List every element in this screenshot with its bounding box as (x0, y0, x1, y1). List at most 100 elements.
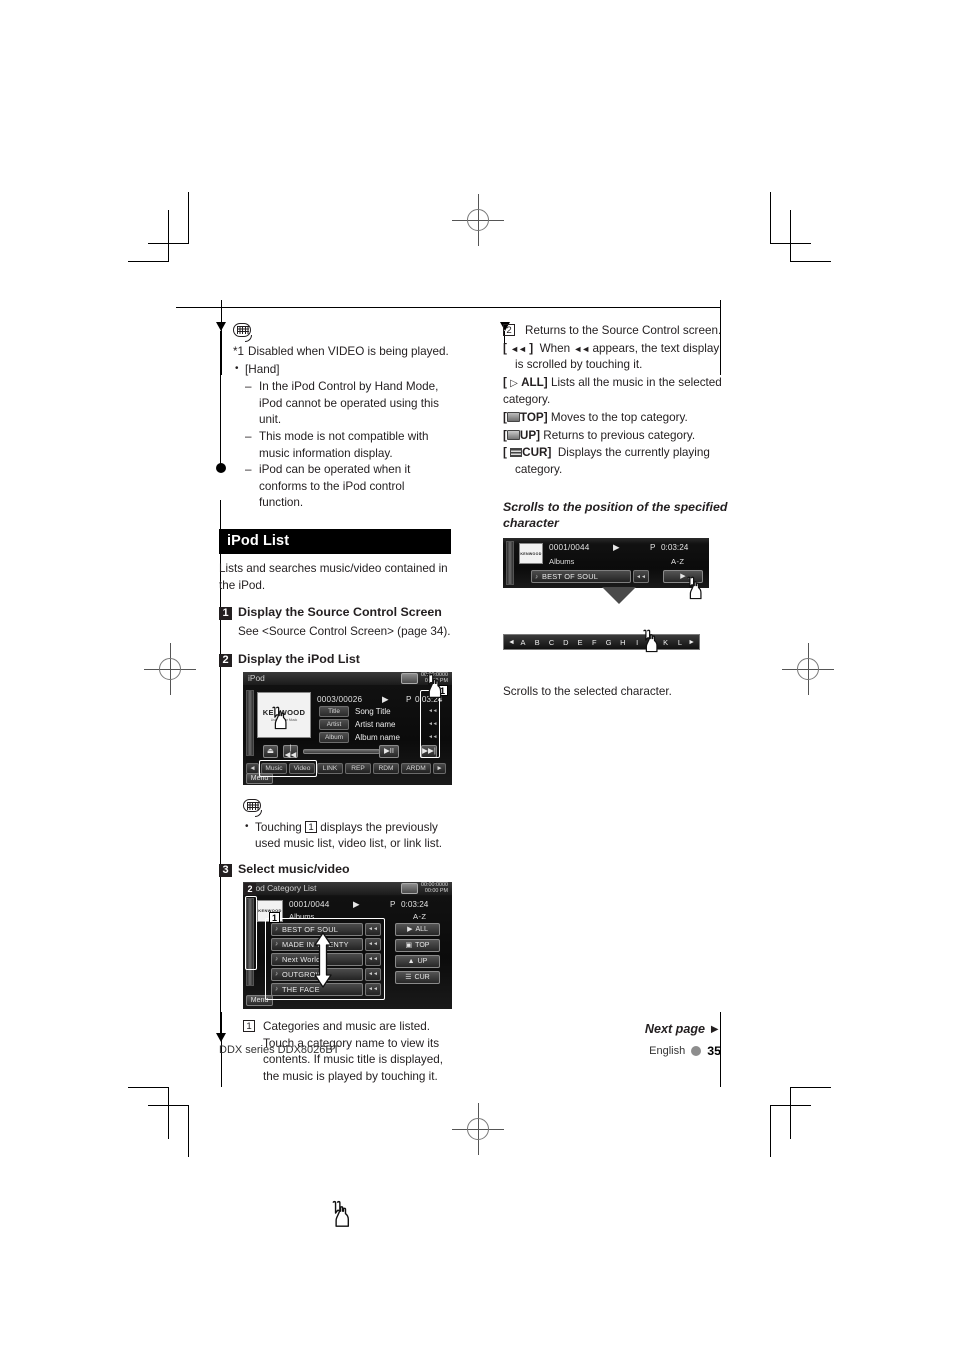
lcd-track-number: 0001/0044 (289, 899, 330, 909)
lcd-top-button[interactable]: ▣ TOP (395, 938, 440, 952)
lcd-az-button[interactable]: A-Z (671, 557, 684, 566)
registration-mark-bottom (452, 1103, 504, 1155)
lcd-screen-title: iPod Category List (248, 882, 317, 893)
lcd-progress-bar[interactable] (303, 748, 380, 754)
alpha-key-b[interactable]: B (530, 638, 544, 647)
lcd-attenuator-icon (401, 672, 418, 684)
footer-page-info: English 35 (649, 1044, 721, 1058)
alpha-key-e[interactable]: E (573, 638, 587, 647)
row-scroll-icon[interactable]: ◄◄ (633, 570, 649, 584)
lcd-all-button[interactable]: ▶ ALL (395, 922, 440, 936)
play-triangle-icon: ▷ (510, 377, 518, 389)
key-desc-top: [TOP] Moves to the top category. (503, 410, 688, 424)
lcd-function-button-rep[interactable]: REP (345, 762, 371, 774)
step-title: Select music/video (238, 861, 350, 876)
key-desc-text: Returns to the Source Control screen. (525, 324, 722, 337)
hand-pointer-icon (679, 575, 705, 601)
lcd-function-button-ardm[interactable]: ARDM (401, 762, 431, 774)
inline-tag-1: 1 (243, 1019, 255, 1032)
lcd-row-value-album: Album name (355, 732, 400, 742)
step-3: 3 Select music/video (219, 862, 451, 877)
footer-model: DDX series DDX8026BT (219, 1044, 340, 1056)
hand-pointer-icon (323, 1199, 353, 1229)
flow-down-arrow-icon (602, 587, 636, 604)
list-item: iPod can be operated when it conforms to… (245, 462, 451, 512)
lcd-function-button-rdm[interactable]: RDM (373, 762, 399, 774)
key-label-up: UP] (519, 428, 541, 442)
step-number: 3 (219, 863, 232, 877)
lcd-function-button-link[interactable]: LINK (317, 762, 343, 774)
callout-return-area (245, 895, 257, 970)
footer-page-number: 35 (707, 1044, 721, 1058)
up-folder-icon (506, 429, 520, 440)
alpha-key-h[interactable]: H (616, 638, 630, 647)
step-title: Display the iPod List (238, 651, 360, 666)
list-item: [Hand] In the iPod Control by Hand Mode,… (233, 361, 451, 512)
lcd-function-button-next[interactable]: ► (433, 762, 446, 774)
current-list-icon (510, 448, 523, 458)
lcd-play-pause-button[interactable]: ▶II (379, 744, 399, 758)
section-lead-text: Lists and searches music/video contained… (219, 561, 448, 592)
lcd-time-prefix: P (406, 694, 412, 704)
key-label-cur: CUR] (522, 446, 552, 460)
lcd-previous-button[interactable]: |◀◀ (283, 743, 298, 759)
note-mid-list: Touching 1 displays the previously used … (243, 819, 451, 853)
step-number: 1 (219, 607, 232, 621)
alpha-next-button[interactable]: ► (687, 639, 696, 646)
lcd-left-strip (506, 541, 514, 586)
registration-mark-top (452, 194, 504, 246)
scroll-updown-arrow-icon (313, 932, 333, 988)
tag-2-on-category-list: 2 (244, 882, 256, 895)
note-bubble-icon (243, 798, 265, 818)
lcd-row-value-artist: Artist name (355, 719, 396, 729)
alpha-key-l[interactable]: L (673, 638, 687, 647)
lcd-clock: 00:00:0000 00:00 PM (421, 882, 448, 894)
lcd-album-art: KENWOOD (519, 543, 543, 565)
step-2: 2 Display the iPod List (219, 652, 451, 667)
lcd-row-label-artist[interactable]: Artist (319, 718, 349, 730)
key-desc-text-cont: appears, the text display (589, 341, 720, 355)
list-item[interactable]: BEST OF SOUL (531, 570, 631, 584)
lcd-az-button[interactable]: A-Z (413, 912, 426, 921)
key-desc-scroll: [ ◄◄ ] When ◄◄ appears, the text display… (503, 341, 735, 374)
note-block-top: *1 Disabled when VIDEO is being played. … (219, 323, 451, 512)
section-header-ipod-list: iPod List (219, 528, 451, 554)
inline-tag-2: 2 (503, 324, 515, 336)
lcd-category-label: Albums (549, 557, 575, 567)
az-caption: Scrolls to the selected character. (503, 685, 672, 699)
screenshot-ipod-category-list: iPod Category List 00:00:0000 00:00 PM K… (243, 881, 452, 1009)
list-item: Touching 1 displays the previously used … (243, 819, 451, 853)
hand-mode-label: [Hand] (245, 362, 280, 376)
alpha-key-g[interactable]: G (602, 638, 616, 647)
alpha-key-c[interactable]: C (544, 638, 558, 647)
lcd-track-number: 0001/0044 (549, 543, 590, 553)
subsection-title-scroll-character: Scrolls to the position of the specified… (503, 500, 728, 530)
key-desc-return: 2 Returns to the Source Control screen. (503, 323, 735, 340)
top-folder-icon (506, 411, 520, 422)
right-column: 2 Returns to the Source Control screen. … (503, 323, 735, 701)
lcd-up-button[interactable]: ▲ UP (395, 954, 440, 968)
footer-dot-icon (691, 1046, 702, 1056)
tag-1-on-category-list: 1 (269, 911, 280, 923)
lcd-time: 0:03:24 (661, 543, 689, 553)
alpha-key-a[interactable]: A (516, 638, 530, 647)
key-desc-text: When (536, 341, 574, 355)
alpha-prev-button[interactable]: ◄ (507, 639, 516, 646)
lcd-row-label-title[interactable]: Title (319, 705, 349, 717)
footnote-text: Disabled when VIDEO is being played. (248, 345, 449, 358)
lcd-eject-button[interactable]: ⏏ (263, 744, 278, 758)
lcd-cur-button[interactable]: ☰ CUR (395, 970, 440, 984)
key-desc-up: [UP] Returns to previous category. (503, 428, 696, 442)
lcd-attenuator-icon (401, 882, 418, 894)
alpha-key-d[interactable]: D (559, 638, 573, 647)
alpha-key-f[interactable]: F (587, 638, 601, 647)
step-number: 2 (219, 653, 232, 667)
footnote-marker: *1 (233, 345, 245, 358)
lcd-row-label-album[interactable]: Album (319, 731, 349, 743)
key-desc-text: Returns to previous category. (543, 428, 696, 442)
key-desc-cur: [ CUR] Displays the currently playing ca… (503, 445, 735, 478)
next-page-link[interactable]: Next page ► (645, 1022, 721, 1036)
registration-mark-right (782, 643, 834, 695)
note-bullet-list: [Hand] In the iPod Control by Hand Mode,… (233, 361, 451, 512)
lcd-play-icon: ▶ (613, 542, 620, 553)
